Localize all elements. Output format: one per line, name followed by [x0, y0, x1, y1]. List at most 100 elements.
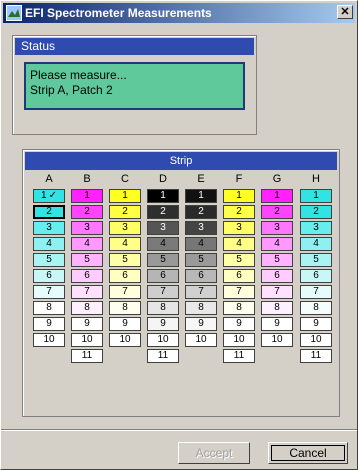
strip-patch-cell[interactable]: 3 — [185, 221, 217, 235]
strip-patch-cell[interactable]: 6 — [300, 269, 332, 283]
strip-patch-cell[interactable]: 2 — [147, 205, 179, 219]
strip-patch-cell[interactable]: 8 — [71, 301, 103, 315]
strip-patch-cell[interactable]: 2 — [33, 205, 65, 219]
strip-patch-cell[interactable]: 1 — [71, 189, 103, 203]
strip-patch-cell[interactable]: 4 — [261, 237, 293, 251]
strip-patch-cell[interactable]: 4 — [300, 237, 332, 251]
strip-patch-cell[interactable]: 3 — [261, 221, 293, 235]
strip-patch-cell[interactable]: 6 — [147, 269, 179, 283]
strip-patch-cell[interactable]: 10 — [185, 333, 217, 347]
strip-patch-cell[interactable]: 9 — [185, 317, 217, 331]
strip-patch-cell[interactable]: 5 — [71, 253, 103, 267]
close-button[interactable]: ✕ — [337, 5, 353, 19]
strip-patch-cell[interactable]: 4 — [223, 237, 255, 251]
strip-patch-cell[interactable]: 6 — [261, 269, 293, 283]
strip-patch-cell[interactable]: 7 — [71, 285, 103, 299]
strip-patch-cell[interactable]: 5 — [300, 253, 332, 267]
strip-patch-cell[interactable]: 9 — [71, 317, 103, 331]
strip-patch-cell[interactable]: 8 — [261, 301, 293, 315]
strip-patch-cell[interactable]: 8 — [33, 301, 65, 315]
strip-patch-cell[interactable]: 5 — [33, 253, 65, 267]
strip-patch-cell[interactable]: 5 — [147, 253, 179, 267]
status-message-box: Please measure... Strip A, Patch 2 — [24, 62, 245, 110]
strip-patch-cell[interactable]: 11 — [71, 349, 103, 363]
strip-patch-cell[interactable]: 1 ✓ — [33, 189, 65, 203]
strip-patch-cell[interactable]: 11 — [223, 349, 255, 363]
strip-patch-cell[interactable]: 6 — [109, 269, 141, 283]
strip-patch-cell[interactable]: 7 — [185, 285, 217, 299]
strip-patch-cell[interactable]: 11 — [300, 349, 332, 363]
strip-patch-cell[interactable]: 8 — [109, 301, 141, 315]
strip-patch-cell[interactable]: 10 — [109, 333, 141, 347]
strip-patch-cell[interactable]: 10 — [261, 333, 293, 347]
strip-column-header: F — [235, 173, 243, 185]
strip-patch-cell[interactable]: 1 — [185, 189, 217, 203]
patch-number: 2 — [198, 206, 204, 217]
strip-patch-cell[interactable]: 9 — [261, 317, 293, 331]
strip-patch-cell[interactable]: 3 — [147, 221, 179, 235]
strip-patch-cell[interactable]: 10 — [300, 333, 332, 347]
cancel-button[interactable]: Cancel — [268, 442, 348, 464]
strip-patch-cell[interactable]: 1 — [223, 189, 255, 203]
strip-patch-cell[interactable]: 6 — [71, 269, 103, 283]
strip-patch-cell[interactable]: 5 — [261, 253, 293, 267]
strip-patch-cell[interactable]: 7 — [33, 285, 65, 299]
strip-patch-cell[interactable]: 9 — [109, 317, 141, 331]
patch-number: 2 — [122, 206, 128, 217]
patch-number: 4 — [122, 238, 128, 249]
strip-patch-cell[interactable]: 2 — [223, 205, 255, 219]
strip-patch-cell[interactable]: 7 — [223, 285, 255, 299]
patch-number: 1 — [84, 190, 90, 201]
strip-patch-cell[interactable]: 10 — [71, 333, 103, 347]
strip-patch-cell[interactable]: 4 — [147, 237, 179, 251]
strip-patch-cell[interactable]: 8 — [300, 301, 332, 315]
strip-patch-cell[interactable]: 8 — [147, 301, 179, 315]
strip-patch-cell[interactable]: 9 — [33, 317, 65, 331]
strip-patch-cell[interactable]: 9 — [147, 317, 179, 331]
strip-patch-cell[interactable]: 9 — [223, 317, 255, 331]
strip-patch-cell[interactable]: 7 — [261, 285, 293, 299]
title-bar[interactable]: EFI Spectrometer Measurements ✕ — [3, 3, 355, 23]
strip-patch-cell[interactable]: 11 — [147, 349, 179, 363]
accept-button[interactable]: Accept — [178, 442, 250, 464]
strip-patch-cell[interactable]: 8 — [223, 301, 255, 315]
strip-patch-cell[interactable]: 5 — [185, 253, 217, 267]
strip-patch-cell[interactable]: 10 — [147, 333, 179, 347]
strip-patch-cell[interactable]: 7 — [109, 285, 141, 299]
strip-patch-cell[interactable]: 2 — [300, 205, 332, 219]
strip-patch-cell[interactable]: 1 — [300, 189, 332, 203]
strip-patch-cell[interactable]: 7 — [147, 285, 179, 299]
strip-patch-cell[interactable]: 2 — [261, 205, 293, 219]
strip-patch-cell[interactable]: 6 — [185, 269, 217, 283]
measured-check-icon: ✓ — [48, 190, 57, 201]
patch-number: 7 — [313, 286, 319, 297]
strip-patch-cell[interactable]: 5 — [223, 253, 255, 267]
strip-patch-cell[interactable]: 2 — [185, 205, 217, 219]
strip-patch-cell[interactable]: 3 — [109, 221, 141, 235]
strip-patch-cell[interactable]: 6 — [223, 269, 255, 283]
patch-number: 3 — [198, 222, 204, 233]
patch-number: 8 — [84, 302, 90, 313]
strip-patch-cell[interactable]: 1 — [147, 189, 179, 203]
strip-patch-cell[interactable]: 1 — [261, 189, 293, 203]
strip-patch-cell[interactable]: 5 — [109, 253, 141, 267]
strip-patch-cell[interactable]: 7 — [300, 285, 332, 299]
strip-patch-cell[interactable]: 6 — [33, 269, 65, 283]
strip-patch-cell[interactable]: 9 — [300, 317, 332, 331]
strip-patch-cell[interactable]: 3 — [71, 221, 103, 235]
strip-patch-cell[interactable]: 2 — [109, 205, 141, 219]
strip-patch-cell[interactable]: 4 — [185, 237, 217, 251]
strip-patch-cell[interactable]: 2 — [71, 205, 103, 219]
strip-patch-cell[interactable]: 4 — [33, 237, 65, 251]
strip-patch-cell[interactable]: 10 — [33, 333, 65, 347]
patch-number: 5 — [198, 254, 204, 265]
strip-patch-cell[interactable]: 10 — [223, 333, 255, 347]
strip-patch-cell[interactable]: 4 — [71, 237, 103, 251]
strip-patch-cell[interactable]: 1 — [109, 189, 141, 203]
strip-patch-cell[interactable]: 3 — [300, 221, 332, 235]
strip-patch-cell[interactable]: 3 — [223, 221, 255, 235]
patch-number: 1 — [313, 190, 319, 201]
strip-patch-cell[interactable]: 8 — [185, 301, 217, 315]
strip-patch-cell[interactable]: 3 — [33, 221, 65, 235]
strip-patch-cell[interactable]: 4 — [109, 237, 141, 251]
